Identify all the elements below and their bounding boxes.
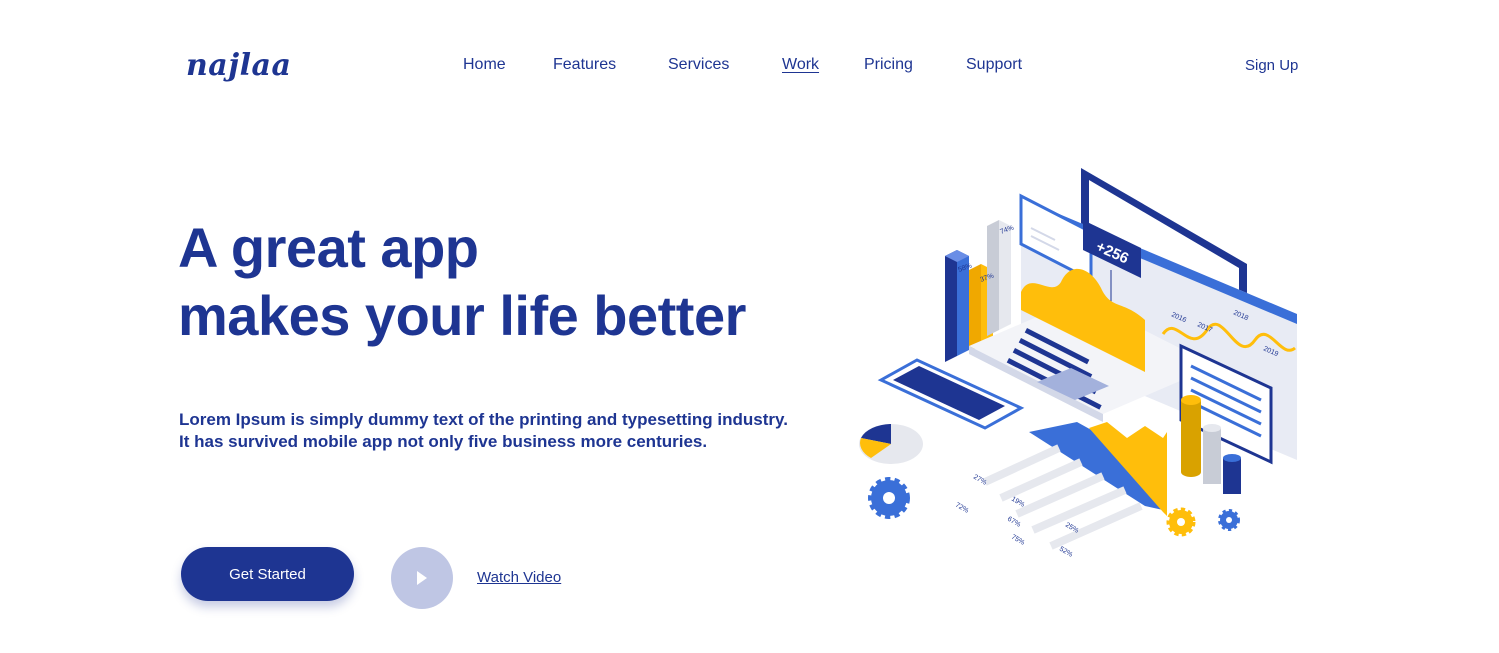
gear-icon-small xyxy=(1218,509,1240,531)
get-started-button[interactable]: Get Started xyxy=(181,547,354,601)
pie-chart-icon xyxy=(859,424,923,464)
gear-icon xyxy=(868,477,910,519)
phone-illustration xyxy=(877,358,1025,430)
play-icon xyxy=(417,571,427,585)
hero-subtitle-line-2: It has survived mobile app not only five… xyxy=(179,432,708,451)
nav-work[interactable]: Work xyxy=(782,56,819,74)
stat-67: 67% xyxy=(1006,516,1022,529)
stat-75: 75% xyxy=(1010,534,1026,547)
signup-link[interactable]: Sign Up xyxy=(1245,57,1298,74)
hero-illustration: +256 58% 37% 74% 2016 2017 2018 2019 27%… xyxy=(859,168,1297,559)
stat-52: 52% xyxy=(1058,546,1074,559)
nav-support[interactable]: Support xyxy=(966,56,1022,74)
nav-pricing[interactable]: Pricing xyxy=(864,56,913,74)
stat-27: 27% xyxy=(972,474,988,487)
stat-19: 19% xyxy=(1010,496,1026,509)
hero-title: A great app makes your life better xyxy=(178,214,746,350)
play-video-button[interactable] xyxy=(391,547,453,609)
hero-subtitle-line-1: Lorem Ipsum is simply dummy text of the … xyxy=(179,410,788,429)
nav-features[interactable]: Features xyxy=(553,56,616,74)
nav-home[interactable]: Home xyxy=(463,56,506,74)
hero-title-line-1: A great app xyxy=(178,216,479,279)
stat-72: 72% xyxy=(954,502,970,515)
gear-icon-yellow xyxy=(1166,507,1196,537)
hero-subtitle: Lorem Ipsum is simply dummy text of the … xyxy=(179,409,788,453)
watch-video-link[interactable]: Watch Video xyxy=(477,569,561,586)
hero-title-line-2: makes your life better xyxy=(178,284,746,347)
nav-services[interactable]: Services xyxy=(668,56,729,74)
